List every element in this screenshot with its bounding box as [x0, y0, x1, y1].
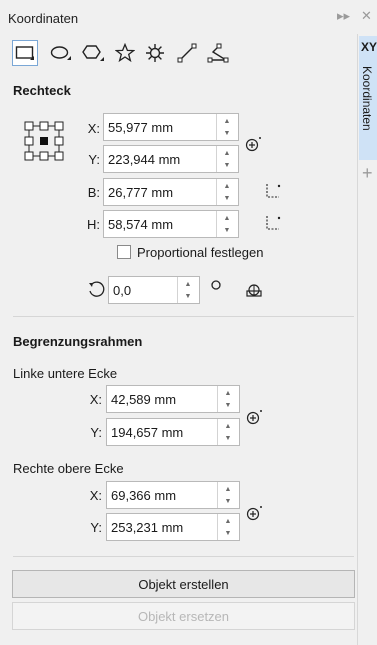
width-increase-button[interactable]: ▲: [217, 180, 237, 192]
rotation-anchor-icon[interactable]: [245, 281, 263, 299]
width-decrease-button[interactable]: ▼: [217, 192, 237, 204]
complex-star-tool-icon[interactable]: [142, 40, 168, 66]
tab-koordinaten[interactable]: XY Koordinaten: [359, 36, 377, 160]
y-label: Y:: [88, 152, 100, 167]
lower-left-y-label: Y:: [90, 425, 102, 440]
lower-left-x-label: X:: [89, 392, 102, 407]
width-input[interactable]: 26,777 mm ▲ ▼: [103, 178, 239, 206]
height-anchor-icon[interactable]: [264, 214, 282, 232]
y-position-value: 223,944 mm: [108, 152, 181, 167]
upper-right-relative-icon[interactable]: [245, 504, 263, 522]
upper-right-y-input[interactable]: 253,231 mm ▲ ▼: [106, 513, 240, 541]
height-decrease-button[interactable]: ▼: [217, 224, 237, 236]
x-position-value: 55,977 mm: [108, 120, 174, 135]
upper-right-x-label: X:: [89, 488, 102, 503]
width-value: 26,777 mm: [108, 185, 174, 200]
x-decrease-button[interactable]: ▼: [217, 127, 237, 139]
polyline-tool-icon[interactable]: [205, 40, 231, 66]
rotation-input[interactable]: 0,0 ▲ ▼: [108, 276, 200, 304]
lower-left-y-value: 194,657 mm: [111, 425, 184, 440]
lower-left-y-input[interactable]: 194,657 mm ▲ ▼: [106, 418, 240, 446]
relative-position-icon[interactable]: [244, 135, 262, 153]
ellipse-tool-icon[interactable]: [48, 40, 74, 66]
width-label: B:: [87, 185, 100, 200]
add-docker-icon[interactable]: +: [362, 164, 376, 182]
upper-right-y-value: 253,231 mm: [111, 520, 184, 535]
lower-left-y-decrease-button[interactable]: ▼: [218, 432, 238, 444]
rotation-value: 0,0: [113, 283, 132, 298]
rotation-increase-button[interactable]: ▲: [178, 278, 198, 290]
collapse-docker-icon[interactable]: ▸▸: [337, 9, 350, 23]
upper-right-x-value: 69,366 mm: [111, 488, 177, 503]
x-position-input[interactable]: 55,977 mm ▲ ▼: [103, 113, 239, 141]
y-increase-button[interactable]: ▲: [217, 147, 237, 159]
height-value: 58,574 mm: [108, 217, 174, 232]
lower-left-x-input[interactable]: 42,589 mm ▲ ▼: [106, 385, 240, 413]
upper-right-x-increase-button[interactable]: ▲: [218, 483, 238, 495]
close-docker-icon[interactable]: ✕: [361, 9, 372, 23]
section-divider-bottom: [13, 556, 354, 557]
y-position-input[interactable]: 223,944 mm ▲ ▼: [103, 145, 239, 173]
upper-right-corner-title: Rechte obere Ecke: [13, 461, 124, 476]
rectangle-tool-icon[interactable]: [12, 40, 38, 66]
upper-right-x-decrease-button[interactable]: ▼: [218, 495, 238, 507]
lower-left-corner-title: Linke untere Ecke: [13, 366, 118, 381]
lower-left-x-increase-button[interactable]: ▲: [218, 387, 238, 399]
lower-left-y-increase-button[interactable]: ▲: [218, 420, 238, 432]
create-object-button[interactable]: Objekt erstellen: [12, 570, 355, 598]
lower-left-x-value: 42,589 mm: [111, 392, 177, 407]
reference-point-selector[interactable]: [24, 121, 64, 161]
docker-title: Koordinaten: [8, 11, 79, 26]
replace-object-button[interactable]: Objekt ersetzen: [12, 602, 355, 630]
star-tool-icon[interactable]: [112, 40, 138, 66]
x-label: X:: [87, 121, 100, 136]
upper-right-y-label: Y:: [90, 520, 102, 535]
proportional-label: Proportional festlegen: [137, 245, 264, 260]
docker-titlebar: Koordinaten ▸▸ ✕: [0, 0, 377, 34]
upper-right-y-increase-button[interactable]: ▲: [218, 515, 238, 527]
height-increase-button[interactable]: ▲: [217, 212, 237, 224]
upper-right-y-decrease-button[interactable]: ▼: [218, 527, 238, 539]
tab-koordinaten-label: Koordinaten: [360, 66, 374, 131]
height-input[interactable]: 58,574 mm ▲ ▼: [103, 210, 239, 238]
section-divider: [13, 316, 354, 317]
height-label: H:: [87, 217, 100, 232]
x-increase-button[interactable]: ▲: [217, 115, 237, 127]
y-decrease-button[interactable]: ▼: [217, 159, 237, 171]
coordinates-tab-icon: XY: [361, 40, 377, 54]
rotation-icon: [89, 281, 105, 297]
line-tool-icon[interactable]: [174, 40, 200, 66]
lower-left-relative-icon[interactable]: [245, 408, 263, 426]
upper-right-x-input[interactable]: 69,366 mm ▲ ▼: [106, 481, 240, 509]
width-anchor-icon[interactable]: [264, 182, 282, 200]
polygon-tool-icon[interactable]: [80, 40, 106, 66]
bounding-box-section-title: Begrenzungsrahmen: [13, 334, 143, 349]
lower-left-x-decrease-button[interactable]: ▼: [218, 399, 238, 411]
proportional-checkbox[interactable]: [117, 245, 131, 259]
rotation-decrease-button[interactable]: ▼: [178, 290, 198, 302]
rotation-center-icon[interactable]: [210, 279, 222, 291]
rectangle-section-title: Rechteck: [13, 83, 71, 98]
